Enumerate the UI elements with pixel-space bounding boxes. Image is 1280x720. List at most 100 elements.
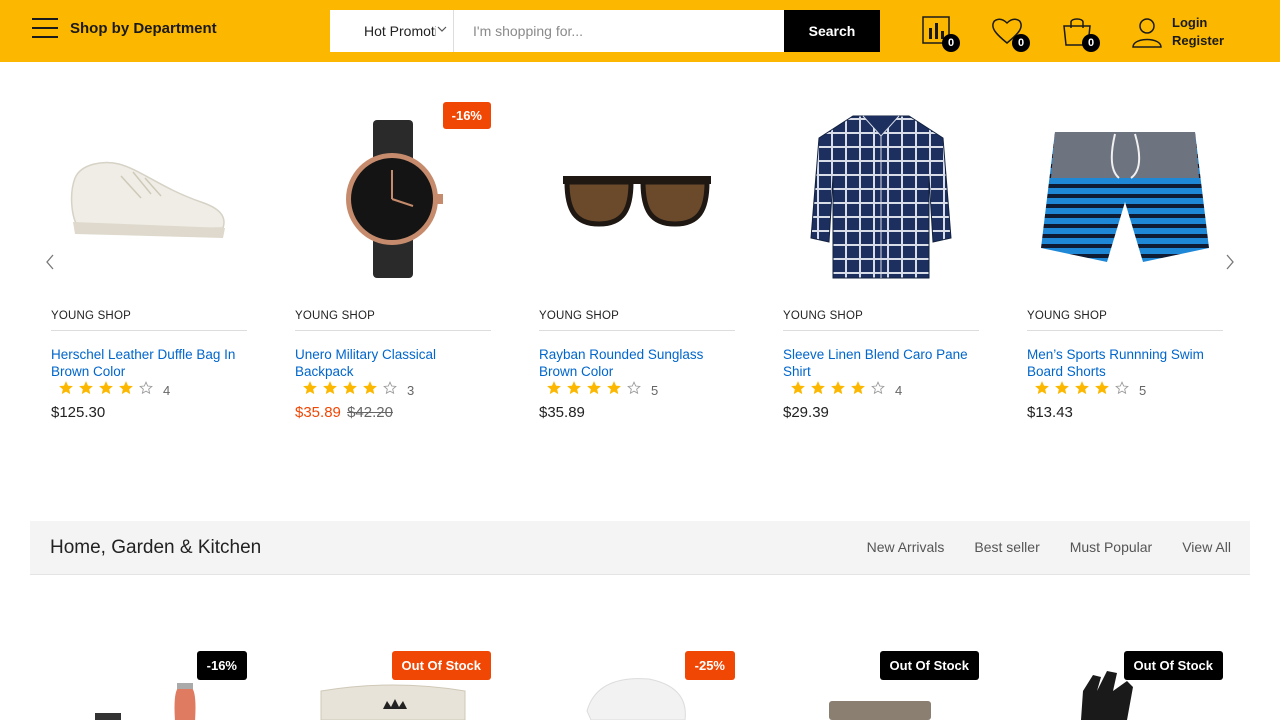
price-value: $29.39 [783,404,829,421]
star-filled-icon [343,380,357,394]
search-bar: Hot Promotions Search [330,10,880,52]
wishlist-count-badge: 0 [1012,34,1030,52]
chevron-down-icon [437,26,447,32]
product-card[interactable]: Out Of Stock [295,651,491,720]
product-card[interactable]: Out Of Stock [783,651,979,720]
star-filled-icon [119,380,133,394]
product-title[interactable]: Sleeve Linen Blend Caro Pane Shirt [783,346,979,380]
star-empty-icon [139,380,153,394]
star-filled-icon [567,380,581,394]
product-image-swim-shorts[interactable] [1027,98,1223,298]
section-tabs: New Arrivals Best seller Must Popular Vi… [837,539,1231,555]
login-link[interactable]: Login [1172,14,1224,32]
vendor-name[interactable]: YOUNG SHOP [783,310,979,331]
product-title[interactable]: Rayban Rounded Sunglass Brown Color [539,346,735,380]
product-image-sunglasses[interactable] [539,98,735,298]
star-filled-icon [59,380,73,394]
hamburger-icon [32,18,58,38]
product-image-shirt[interactable] [783,98,979,298]
product-card[interactable]: YOUNG SHOP Men’s Sports Runnning Swim Bo… [1027,98,1223,421]
vendor-name[interactable]: YOUNG SHOP [539,310,735,331]
user-icon [1132,18,1162,48]
rating-count: 4 [895,382,903,398]
rating-count: 5 [651,382,659,398]
section-header-home-garden-kitchen: Home, Garden & Kitchen New Arrivals Best… [30,521,1250,575]
carousel-next-arrow-icon[interactable] [1222,252,1238,272]
product-title[interactable]: Unero Military Classical Backpack [295,346,491,380]
tab-new-arrivals[interactable]: New Arrivals [867,539,945,555]
product-price: $29.39 [783,404,979,421]
sale-price: $35.89 [295,404,341,421]
rating-count: 4 [163,382,171,398]
out-of-stock-badge: Out Of Stock [1123,651,1223,680]
old-price: $42.20 [347,404,393,421]
tab-best-seller[interactable]: Best seller [974,539,1039,555]
star-filled-icon [547,380,561,394]
star-filled-icon [303,380,317,394]
price-value: $13.43 [1027,404,1073,421]
product-image-watch[interactable]: -16% [295,98,491,298]
star-filled-icon [1095,380,1109,394]
product-card[interactable]: -16% YOUNG SHOP Unero Military Classical… [295,98,491,421]
discount-badge: -16% [196,651,247,680]
product-price: $13.43 [1027,404,1223,421]
product-rating: 3 [295,380,491,398]
product-rating: 5 [1027,380,1223,398]
cart-count-badge: 0 [1082,34,1100,52]
star-filled-icon [831,380,845,394]
compare-count-badge: 0 [942,34,960,52]
section-title: Home, Garden & Kitchen [50,537,262,558]
price-value: $125.30 [51,404,106,421]
category-select[interactable]: Hot Promotions [330,10,454,52]
search-button[interactable]: Search [784,10,880,52]
product-card[interactable]: -16% [51,651,247,720]
tab-must-popular[interactable]: Must Popular [1070,539,1152,555]
product-price: $35.89 $42.20 [295,404,491,421]
star-empty-icon [871,380,885,394]
star-filled-icon [363,380,377,394]
star-empty-icon [627,380,641,394]
product-rating: 4 [783,380,979,398]
rating-count: 3 [407,382,415,398]
product-card[interactable]: -25% [539,651,735,720]
site-header: Shop by Department Hot Promotions Search… [0,0,1280,62]
star-filled-icon [811,380,825,394]
price-value: $35.89 [539,404,585,421]
compare-button[interactable]: 0 [920,14,960,52]
wishlist-button[interactable]: 0 [990,14,1030,52]
product-price: $35.89 [539,404,735,421]
vendor-name[interactable]: YOUNG SHOP [51,310,247,331]
product-card[interactable]: YOUNG SHOP Rayban Rounded Sunglass Brown… [539,98,735,421]
out-of-stock-badge: Out Of Stock [391,651,491,680]
star-filled-icon [1055,380,1069,394]
out-of-stock-badge: Out Of Stock [879,651,979,680]
product-rating: 4 [51,380,247,398]
shop-by-department-menu[interactable]: Shop by Department [32,18,217,38]
product-card[interactable]: YOUNG SHOP Sleeve Linen Blend Caro Pane … [783,98,979,421]
tab-view-all[interactable]: View All [1182,539,1231,555]
category-value: Hot Promotions [364,23,436,39]
star-filled-icon [851,380,865,394]
product-title[interactable]: Men’s Sports Runnning Swim Board Shorts [1027,346,1223,380]
register-link[interactable]: Register [1172,32,1224,50]
product-rating: 5 [539,380,735,398]
product-card[interactable]: Out Of Stock [1027,651,1223,720]
product-title[interactable]: Herschel Leather Duffle Bag In Brown Col… [51,346,247,380]
star-filled-icon [1035,380,1049,394]
product-card[interactable]: YOUNG SHOP Herschel Leather Duffle Bag I… [51,98,247,421]
vendor-name[interactable]: YOUNG SHOP [295,310,491,331]
product-image-sneaker[interactable] [51,98,247,298]
star-filled-icon [323,380,337,394]
search-input[interactable] [454,10,784,52]
star-filled-icon [99,380,113,394]
star-filled-icon [587,380,601,394]
vendor-name[interactable]: YOUNG SHOP [1027,310,1223,331]
star-filled-icon [607,380,621,394]
product-price: $125.30 [51,404,247,421]
star-filled-icon [791,380,805,394]
cart-button[interactable]: 0 [1060,14,1100,52]
discount-badge: -16% [442,102,491,129]
star-filled-icon [1075,380,1089,394]
star-filled-icon [79,380,93,394]
star-empty-icon [383,380,397,394]
